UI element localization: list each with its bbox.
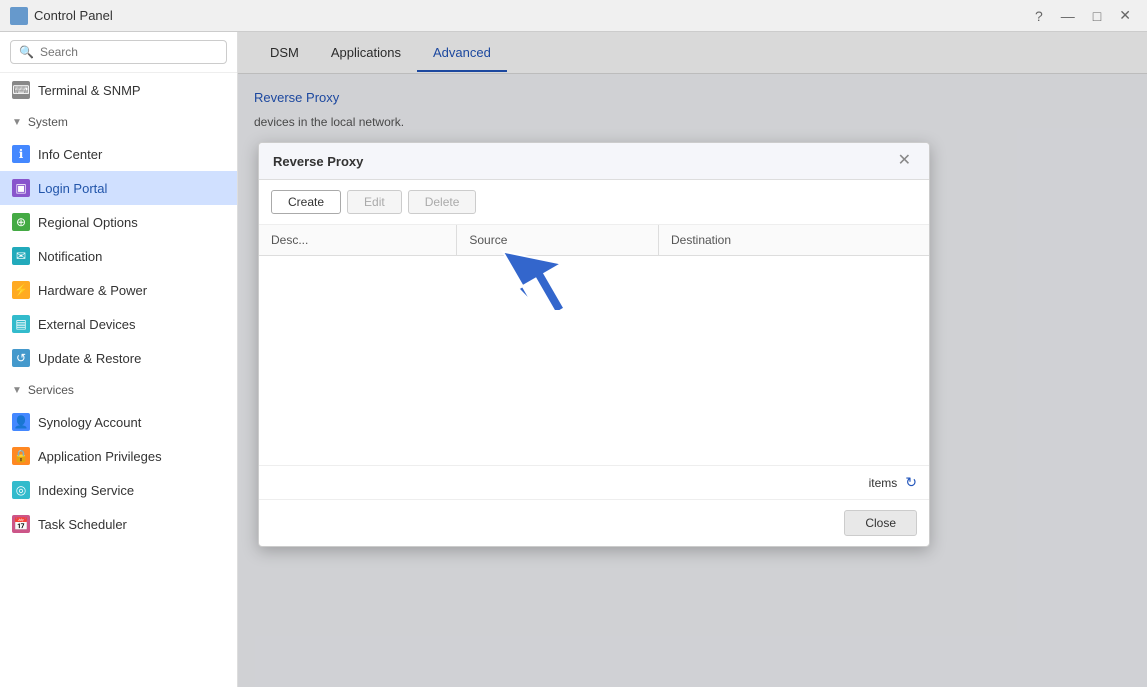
modal-table-container: Desc... Source Destination: [259, 225, 929, 465]
info-center-icon: ℹ: [12, 145, 30, 163]
indexing-service-label: Indexing Service: [38, 483, 134, 498]
app-title: Control Panel: [34, 8, 113, 23]
col-desc: Desc...: [259, 225, 457, 256]
modal-close-button[interactable]: ✕: [894, 153, 915, 169]
chevron-icon: ▼: [12, 117, 22, 128]
update-restore-label: Update & Restore: [38, 351, 141, 366]
sidebar-item-login-portal[interactable]: ▣ Login Portal: [0, 171, 237, 205]
refresh-button[interactable]: ↻: [905, 474, 917, 491]
regional-options-label: Regional Options: [38, 215, 138, 230]
close-modal-button[interactable]: Close: [844, 510, 917, 536]
synology-account-label: Synology Account: [38, 415, 141, 430]
search-area: 🔍: [0, 32, 237, 73]
application-privileges-icon: 🔒: [12, 447, 30, 465]
search-box[interactable]: 🔍: [10, 40, 227, 64]
search-icon: 🔍: [19, 45, 34, 59]
sidebar-item-info-center[interactable]: ℹ Info Center: [0, 137, 237, 171]
modal-actions: Close: [259, 499, 929, 546]
col-source: Source: [457, 225, 659, 256]
hardware-power-icon: ⚡: [12, 281, 30, 299]
sidebar-item-hardware-power[interactable]: ⚡ Hardware & Power: [0, 273, 237, 307]
task-scheduler-icon: 📅: [12, 515, 30, 533]
sidebar: 🔍 ⌨ Terminal & SNMP ▼ System ℹ Info Cent…: [0, 32, 238, 687]
login-portal-icon: ▣: [12, 179, 30, 197]
restore-button[interactable]: □: [1087, 6, 1107, 26]
terminal-icon: ⌨: [12, 81, 30, 99]
modal-header: Reverse Proxy ✕: [259, 143, 929, 180]
services-section-header[interactable]: ▼ Services: [0, 375, 237, 405]
synology-account-icon: 👤: [12, 413, 30, 431]
create-button[interactable]: Create: [271, 190, 341, 214]
info-center-label: Info Center: [38, 147, 102, 162]
external-devices-icon: ▤: [12, 315, 30, 333]
indexing-service-icon: ◎: [12, 481, 30, 499]
close-window-button[interactable]: ✕: [1113, 5, 1137, 26]
sidebar-item-notification[interactable]: ✉ Notification: [0, 239, 237, 273]
col-destination: Destination: [658, 225, 929, 256]
delete-button[interactable]: Delete: [408, 190, 477, 214]
titlebar: Control Panel ? — □ ✕: [0, 0, 1147, 32]
external-devices-label: External Devices: [38, 317, 136, 332]
sidebar-item-indexing-service[interactable]: ◎ Indexing Service: [0, 473, 237, 507]
app-icon: [10, 7, 28, 25]
services-chevron-icon: ▼: [12, 385, 22, 396]
proxy-table: Desc... Source Destination: [259, 225, 929, 256]
modal-toolbar: Create Edit Delete: [259, 180, 929, 225]
regional-options-icon: ⊕: [12, 213, 30, 231]
system-section-header[interactable]: ▼ System: [0, 107, 237, 137]
sidebar-item-synology-account[interactable]: 👤 Synology Account: [0, 405, 237, 439]
edit-button[interactable]: Edit: [347, 190, 402, 214]
modal-footer-bar: items ↻: [259, 465, 929, 499]
search-input[interactable]: [40, 45, 218, 59]
content-area: DSM Applications Advanced Reverse Proxy …: [238, 32, 1147, 687]
application-privileges-label: Application Privileges: [38, 449, 162, 464]
items-count-label: items: [869, 476, 898, 490]
notification-label: Notification: [38, 249, 102, 264]
reverse-proxy-modal: Reverse Proxy ✕ Create Edit Delete Desc.…: [258, 142, 930, 547]
services-section-label: Services: [28, 383, 74, 397]
hardware-power-label: Hardware & Power: [38, 283, 147, 298]
sidebar-item-external-devices[interactable]: ▤ External Devices: [0, 307, 237, 341]
sidebar-item-task-scheduler[interactable]: 📅 Task Scheduler: [0, 507, 237, 541]
login-portal-label: Login Portal: [38, 181, 107, 196]
sidebar-item-terminal-snmp[interactable]: ⌨ Terminal & SNMP: [0, 73, 237, 107]
system-section-label: System: [28, 115, 68, 129]
sidebar-item-regional-options[interactable]: ⊕ Regional Options: [0, 205, 237, 239]
help-button[interactable]: ?: [1029, 6, 1049, 26]
update-restore-icon: ↺: [12, 349, 30, 367]
minimize-button[interactable]: —: [1055, 6, 1081, 26]
sidebar-item-application-privileges[interactable]: 🔒 Application Privileges: [0, 439, 237, 473]
notification-icon: ✉: [12, 247, 30, 265]
modal-title: Reverse Proxy: [273, 154, 363, 169]
terminal-snmp-label: Terminal & SNMP: [38, 83, 141, 98]
task-scheduler-label: Task Scheduler: [38, 517, 127, 532]
sidebar-item-update-restore[interactable]: ↺ Update & Restore: [0, 341, 237, 375]
